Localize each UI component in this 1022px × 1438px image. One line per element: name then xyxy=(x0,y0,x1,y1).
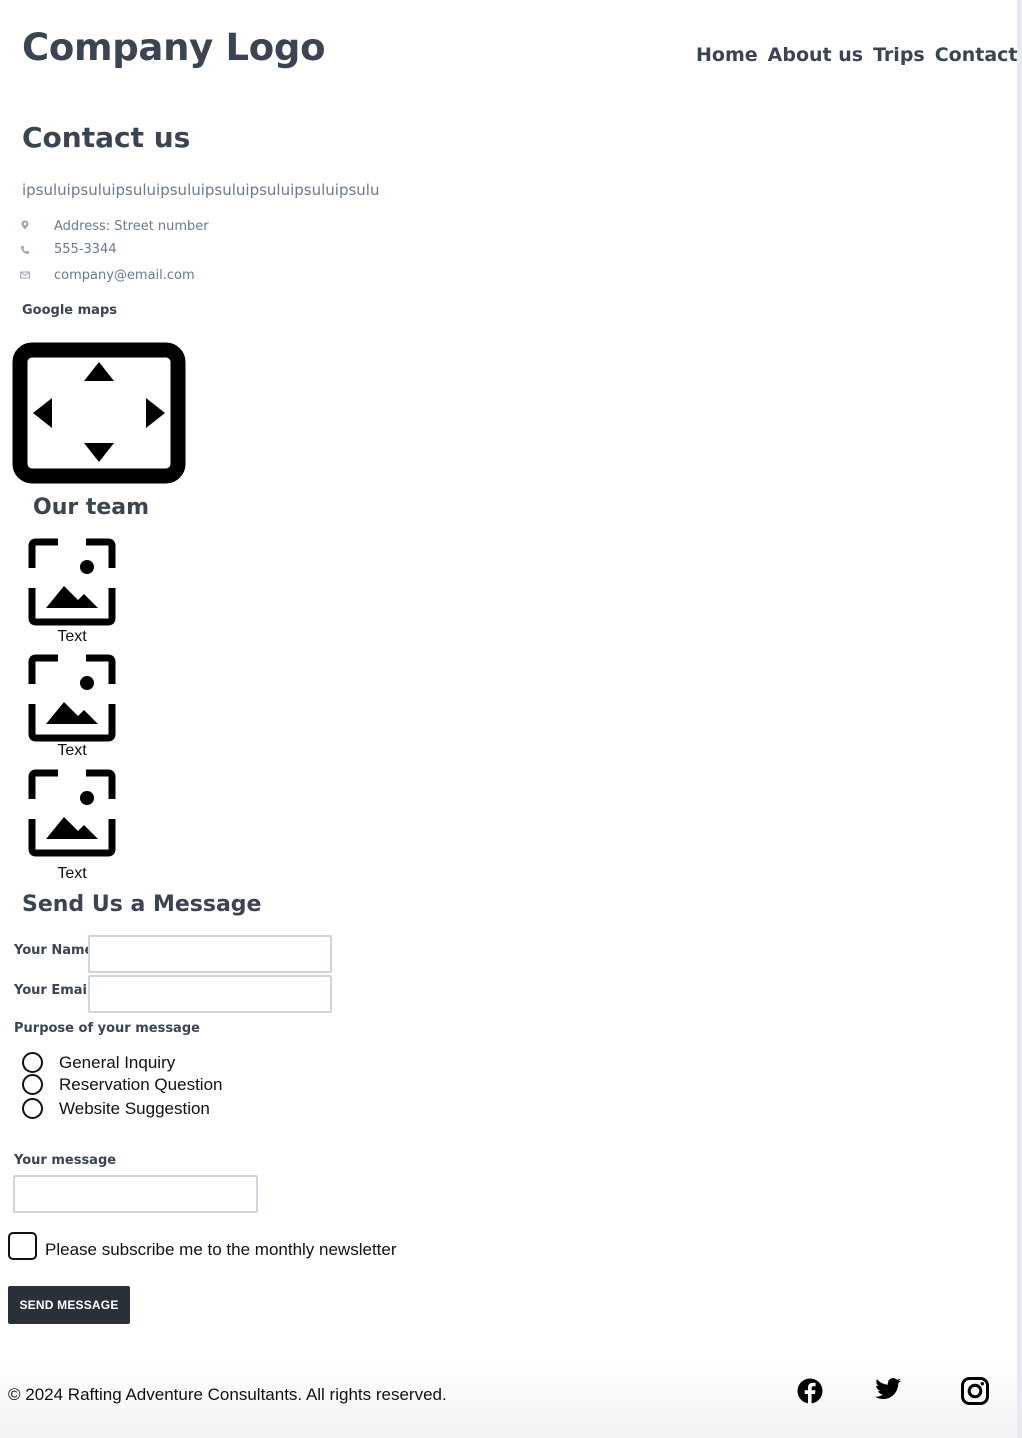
message-label: Your message xyxy=(14,1153,117,1168)
image-placeholder-icon xyxy=(28,654,116,742)
radio-reservation-question[interactable]: Reservation Question xyxy=(22,1074,222,1095)
purpose-label: Purpose of your message xyxy=(14,1021,200,1036)
main-nav: Home About us Trips Contact xyxy=(696,44,1018,66)
radio-label[interactable]: Reservation Question xyxy=(59,1075,222,1095)
send-message-button[interactable]: SEND MESSAGE xyxy=(8,1286,130,1324)
radio-button[interactable] xyxy=(22,1052,43,1073)
twitter-icon[interactable] xyxy=(872,1373,904,1405)
page-scrollbar[interactable] xyxy=(1017,0,1022,1438)
email-field[interactable] xyxy=(88,975,332,1013)
image-placeholder-icon xyxy=(28,769,116,857)
email-row: company@email.com xyxy=(20,268,195,283)
address-row: Address: Street number xyxy=(20,219,209,234)
newsletter-checkbox[interactable] xyxy=(8,1232,37,1260)
contact-title: Contact us xyxy=(22,121,191,154)
form-title: Send Us a Message xyxy=(22,892,262,917)
instagram-icon[interactable] xyxy=(959,1375,991,1407)
team-title: Our team xyxy=(33,495,150,520)
contact-intro: ipsuluipsuluipsuluipsuluipsuluipsuluipsu… xyxy=(22,181,380,199)
radio-website-suggestion[interactable]: Website Suggestion xyxy=(22,1098,210,1119)
radio-button[interactable] xyxy=(22,1074,43,1095)
facebook-icon[interactable] xyxy=(794,1375,826,1407)
copyright-text: © 2024 Rafting Adventure Consultants. Al… xyxy=(8,1385,447,1404)
phone-text: 555-3344 xyxy=(54,242,117,257)
name-label: Your Name xyxy=(14,943,94,958)
team-member-caption: Text xyxy=(57,865,87,882)
team-member: Text xyxy=(28,769,116,882)
nav-contact[interactable]: Contact xyxy=(935,44,1018,66)
radio-label[interactable]: Website Suggestion xyxy=(59,1099,210,1119)
image-placeholder-icon xyxy=(28,538,116,626)
google-maps-label: Google maps xyxy=(22,303,117,318)
nav-home[interactable]: Home xyxy=(696,44,758,66)
company-logo[interactable]: Company Logo xyxy=(22,26,326,69)
location-pin-icon xyxy=(21,220,29,230)
name-field[interactable] xyxy=(88,935,332,973)
map-fullscreen-icon[interactable] xyxy=(12,342,186,488)
nav-trips[interactable]: Trips xyxy=(873,44,925,66)
email-label: Your Email xyxy=(14,983,92,998)
radio-label[interactable]: General Inquiry xyxy=(59,1053,175,1073)
radio-button[interactable] xyxy=(22,1098,43,1119)
team-member-caption: Text xyxy=(57,628,87,645)
newsletter-label[interactable]: Please subscribe me to the monthly newsl… xyxy=(45,1240,397,1260)
email-text[interactable]: company@email.com xyxy=(54,268,195,283)
team-member-caption: Text xyxy=(57,742,87,759)
radio-general-inquiry[interactable]: General Inquiry xyxy=(22,1052,175,1073)
phone-icon xyxy=(21,246,29,254)
address-text: Address: Street number xyxy=(54,219,209,234)
phone-row: 555-3344 xyxy=(20,242,117,257)
team-member: Text xyxy=(28,538,116,645)
mail-icon xyxy=(20,271,30,279)
message-field[interactable] xyxy=(13,1175,258,1213)
nav-about-us[interactable]: About us xyxy=(768,44,863,66)
team-member: Text xyxy=(28,654,116,759)
